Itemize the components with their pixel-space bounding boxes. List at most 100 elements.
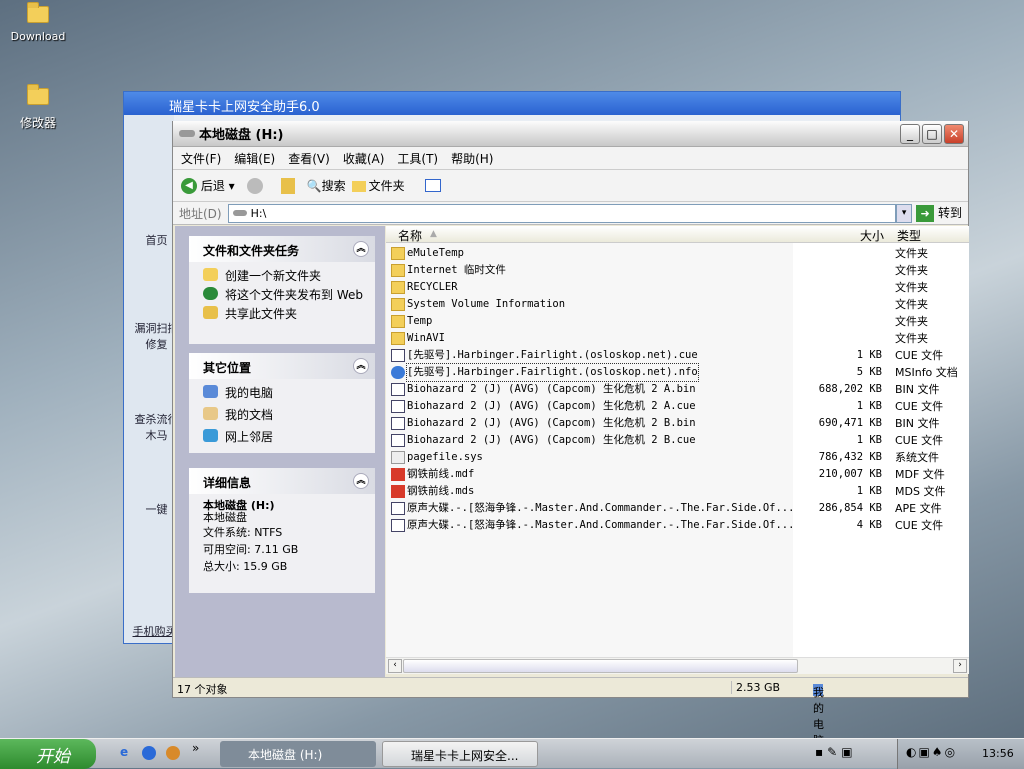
file-size: 1 KB <box>856 434 882 446</box>
file-row[interactable]: System Volume Information 文件夹 <box>386 296 969 313</box>
file-row[interactable]: 钢铁前线.mds 1 KB MDS 文件 <box>386 483 969 500</box>
scroll-thumb[interactable] <box>403 659 798 673</box>
file-icon <box>391 502 405 515</box>
place-network[interactable]: 网上邻居 <box>189 427 375 446</box>
desktop-icon-modifier[interactable]: 修改器 <box>3 84 73 131</box>
panel-header[interactable]: 文件和文件夹任务 ︽ <box>189 236 375 262</box>
tray-app-icons[interactable]: ◐▣♠◎ <box>906 745 957 759</box>
file-row[interactable]: [先驱号].Harbinger.Fairlight.(osloskop.net)… <box>386 363 969 382</box>
scroll-left-button[interactable]: ‹ <box>388 659 402 673</box>
menu-file[interactable]: 文件(F) <box>181 150 221 167</box>
taskbar-explorer[interactable]: 本地磁盘 (H:) <box>220 741 376 767</box>
file-row[interactable]: Internet 临时文件 文件夹 <box>386 262 969 279</box>
file-type: CUE 文件 <box>895 434 944 447</box>
file-type: 文件夹 <box>895 332 928 345</box>
file-row[interactable]: Biohazard 2 (J) (AVG) (Capcom) 生化危机 2 A.… <box>386 398 969 415</box>
file-row[interactable]: 原声大碟.-.[怒海争锋.-.Master.And.Commander.-.Th… <box>386 517 969 534</box>
file-row[interactable]: pagefile.sys 786,432 KB 系统文件 <box>386 449 969 466</box>
taskbar: 开始 e » 本地磁盘 (H:) 瑞星卡卡上网安全... ▪✎▣ ◐▣♠◎ 13… <box>0 738 1024 769</box>
file-row[interactable]: 钢铁前线.mdf 210,007 KB MDF 文件 <box>386 466 969 483</box>
file-icon <box>391 349 405 362</box>
start-button[interactable]: 开始 <box>0 739 96 769</box>
column-size[interactable]: 大小 <box>860 227 884 244</box>
file-size: 786,432 KB <box>818 451 882 463</box>
file-name: Biohazard 2 (J) (AVG) (Capcom) 生化危机 2 A.… <box>407 383 696 395</box>
file-type: BIN 文件 <box>895 417 940 430</box>
file-type: 文件夹 <box>895 298 928 311</box>
back-button[interactable]: ◀ 后退 ▾ <box>181 177 235 195</box>
panel-header[interactable]: 详细信息 ︽ <box>189 468 375 494</box>
file-tasks-panel: 文件和文件夹任务 ︽ 创建一个新文件夹 将这个文件夹发布到 Web 共享此文件夹 <box>189 236 375 344</box>
file-list[interactable]: 名称 ▲ 大小 类型 eMuleTemp 文件夹 Internet 临时文件 文件夹 RE… <box>386 226 969 657</box>
explorer-window[interactable]: 本地磁盘 (H:) _ □ ✕ 文件(F) 编辑(E) 查看(V) 收藏(A) … <box>172 121 969 747</box>
publish-web-icon <box>203 287 218 300</box>
file-name: Temp <box>407 315 433 327</box>
file-size: 1 KB <box>856 349 882 361</box>
address-dropdown[interactable]: ▾ <box>896 203 913 223</box>
file-row[interactable]: Biohazard 2 (J) (AVG) (Capcom) 生化危机 2 B.… <box>386 432 969 449</box>
file-name: [先驱号].Harbinger.Fairlight.(osloskop.net)… <box>407 349 698 361</box>
folder-icon <box>391 298 405 311</box>
ie-icon[interactable]: e <box>120 745 128 759</box>
column-name[interactable]: 名称 <box>398 227 422 244</box>
file-name: 钢铁前线.mds <box>407 485 475 497</box>
file-row[interactable]: WinAVI 文件夹 <box>386 330 969 347</box>
sidebar: 首页 漏洞扫描修复 查杀流行木马 一键 手机购买 <box>124 115 179 643</box>
panel-header[interactable]: 其它位置 ︽ <box>189 353 375 379</box>
menu-help[interactable]: 帮助(H) <box>451 150 493 167</box>
desktop-icon-download[interactable]: Download <box>3 2 73 43</box>
maximize-button[interactable]: □ <box>922 124 942 144</box>
place-my-documents[interactable]: 我的文档 <box>189 405 375 424</box>
collapse-icon[interactable]: ︽ <box>353 241 369 257</box>
file-size: 210,007 KB <box>818 468 882 480</box>
file-row[interactable]: [先驱号].Harbinger.Fairlight.(osloskop.net)… <box>386 347 969 364</box>
file-name: [先驱号].Harbinger.Fairlight.(osloskop.net)… <box>406 363 699 382</box>
media-player-icon[interactable] <box>142 746 156 760</box>
minimize-button[interactable]: _ <box>900 124 920 144</box>
collapse-icon[interactable]: ︽ <box>353 358 369 374</box>
file-name: System Volume Information <box>407 298 566 310</box>
file-row[interactable]: Biohazard 2 (J) (AVG) (Capcom) 生化危机 2 B.… <box>386 415 969 432</box>
up-folder-icon[interactable] <box>280 177 295 194</box>
close-button[interactable]: ✕ <box>944 124 964 144</box>
file-name: 原声大碟.-.[怒海争锋.-.Master.And.Commander.-.Th… <box>407 502 795 514</box>
folder-icon <box>391 247 405 260</box>
menu-tools[interactable]: 工具(T) <box>397 150 438 167</box>
clock[interactable]: 13:56 <box>982 747 1014 760</box>
file-type: 系统文件 <box>895 451 939 464</box>
file-row[interactable]: RECYCLER 文件夹 <box>386 279 969 296</box>
task-new-folder[interactable]: 创建一个新文件夹 <box>189 266 375 285</box>
mobile-buy-link[interactable]: 手机购买 <box>132 623 177 639</box>
views-button[interactable] <box>424 179 441 192</box>
menu-view[interactable]: 查看(V) <box>288 150 330 167</box>
go-arrow-icon: ➜ <box>916 205 935 222</box>
file-row[interactable]: 原声大碟.-.[怒海争锋.-.Master.And.Commander.-.Th… <box>386 500 969 517</box>
file-row[interactable]: eMuleTemp 文件夹 <box>386 245 969 262</box>
menu-bar: 文件(F) 编辑(E) 查看(V) 收藏(A) 工具(T) 帮助(H) <box>173 147 968 170</box>
file-name: eMuleTemp <box>407 247 464 259</box>
column-type[interactable]: 类型 <box>897 227 921 244</box>
file-row[interactable]: Biohazard 2 (J) (AVG) (Capcom) 生化危机 2 A.… <box>386 381 969 398</box>
horizontal-scrollbar[interactable]: ‹ › <box>386 657 969 674</box>
task-publish-web[interactable]: 将这个文件夹发布到 Web <box>189 285 375 304</box>
go-button[interactable]: ➜ 转到 <box>916 204 962 222</box>
toolbar: ◀ 后退 ▾ 🔍搜索 文件夹 <box>173 170 968 202</box>
search-button[interactable]: 🔍搜索 <box>307 177 346 194</box>
scroll-right-button[interactable]: › <box>953 659 967 673</box>
folder-icon <box>27 2 49 23</box>
more-chevron-icon[interactable]: » <box>192 741 199 755</box>
task-share-folder[interactable]: 共享此文件夹 <box>189 304 375 323</box>
collapse-icon[interactable]: ︽ <box>353 473 369 489</box>
sort-asc-icon: ▲ <box>430 229 437 239</box>
rising-icon[interactable] <box>166 746 180 760</box>
menu-edit[interactable]: 编辑(E) <box>234 150 275 167</box>
forward-button[interactable] <box>246 177 263 194</box>
place-my-computer[interactable]: 我的电脑 <box>189 383 375 402</box>
folders-button[interactable]: 文件夹 <box>351 177 405 194</box>
file-row[interactable]: Temp 文件夹 <box>386 313 969 330</box>
drive-icon <box>232 210 247 216</box>
back-arrow-icon: ◀ <box>181 178 197 195</box>
address-input[interactable]: H:\ <box>227 203 897 223</box>
menu-favorites[interactable]: 收藏(A) <box>343 150 385 167</box>
taskbar-rising[interactable]: 瑞星卡卡上网安全... <box>382 741 538 767</box>
